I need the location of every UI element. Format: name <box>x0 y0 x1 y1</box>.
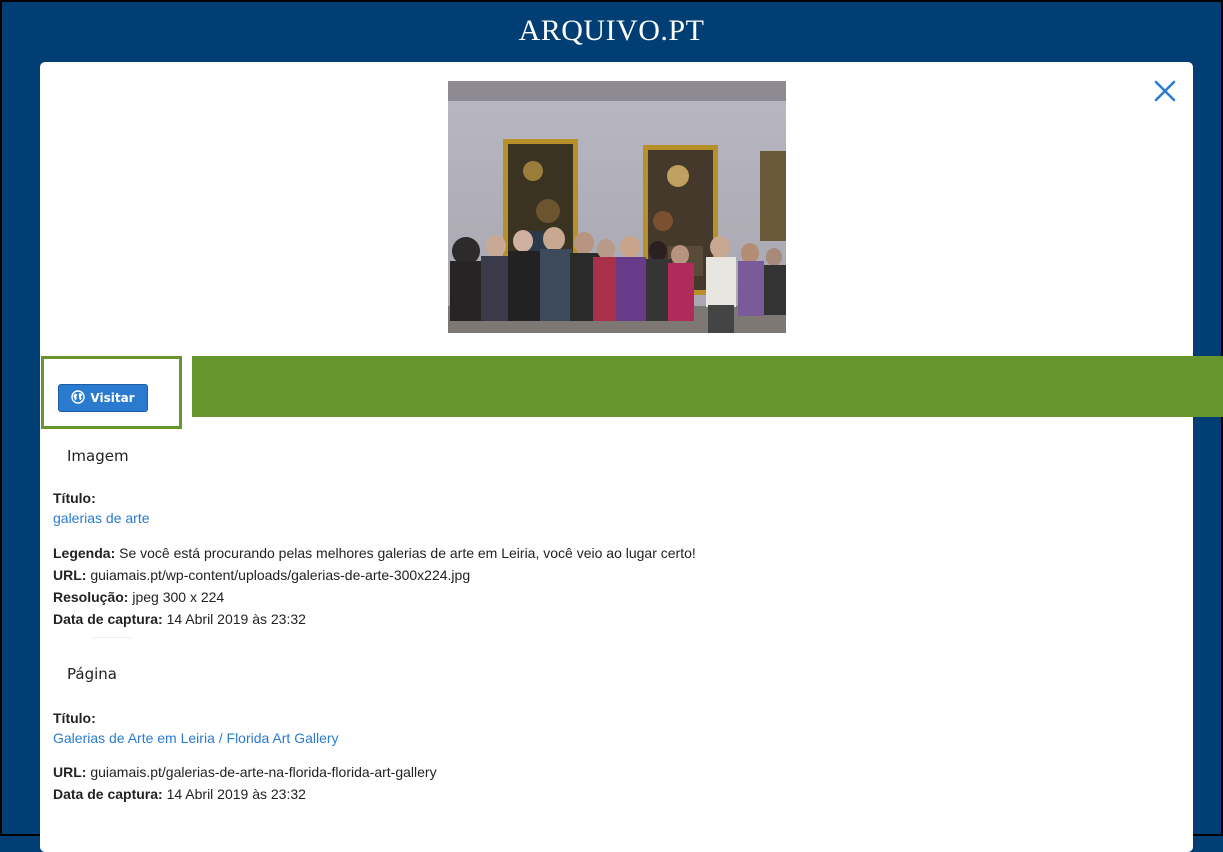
image-title-label: Título: <box>53 490 96 506</box>
image-resolution: Resolução: jpeg 300 x 224 <box>53 589 225 605</box>
visit-button-label: Visitar <box>90 391 135 405</box>
page-title-link[interactable]: Galerias de Arte em Leiria / Florida Art… <box>53 730 339 746</box>
visit-button[interactable]: Visitar <box>58 384 148 412</box>
image-url: URL: guiamais.pt/wp-content/uploads/gale… <box>53 567 471 583</box>
highlight-bar <box>192 356 1223 417</box>
image-section-heading: Imagem <box>67 447 129 465</box>
section-divider <box>92 637 132 638</box>
page-url: URL: guiamais.pt/galerias-de-arte-na-flo… <box>53 764 437 780</box>
image-title-link[interactable]: galerias de arte <box>53 510 150 526</box>
page-title-label: Título: <box>53 710 96 726</box>
archived-image <box>448 81 786 333</box>
image-caption: Legenda: Se você está procurando pelas m… <box>53 545 696 561</box>
globe-icon <box>71 389 86 407</box>
page-capture-date: Data de captura: 14 Abril 2019 às 23:32 <box>53 786 306 802</box>
image-capture-date: Data de captura: 14 Abril 2019 às 23:32 <box>53 611 306 627</box>
arquivo-logo[interactable]: ARQUIVO.PT <box>2 14 1221 48</box>
page-section-heading: Página <box>67 665 117 683</box>
close-icon[interactable] <box>1152 78 1178 104</box>
